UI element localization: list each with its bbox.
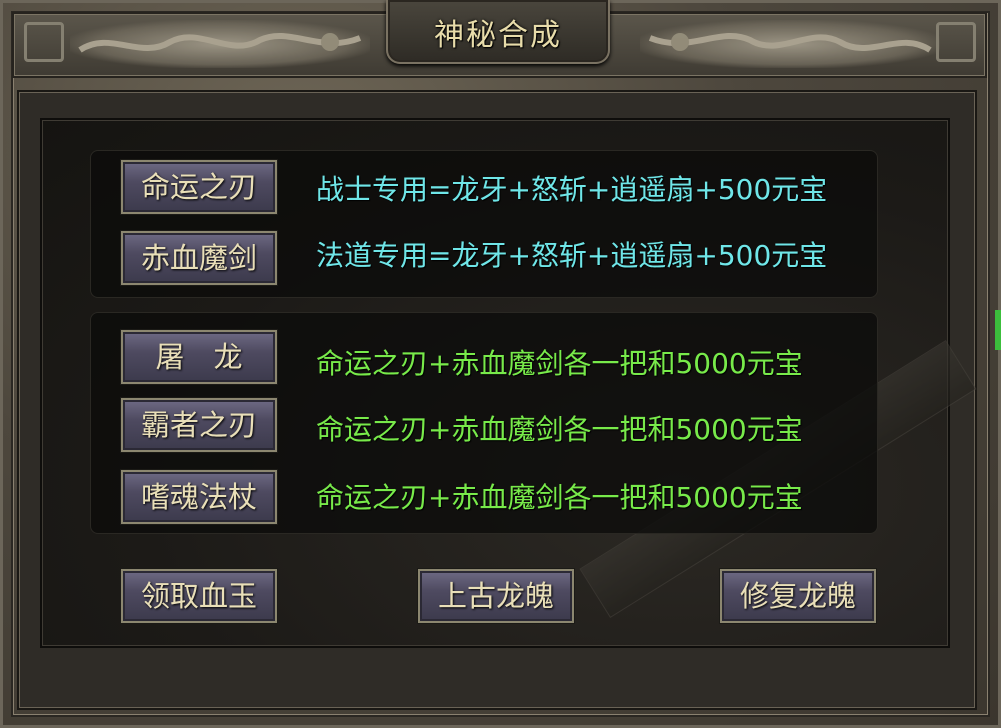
ancient-dragon-soul-button[interactable]: 上古龙魄 bbox=[418, 569, 574, 623]
knot-ornament-icon bbox=[24, 22, 64, 62]
knot-ornament-icon bbox=[936, 22, 976, 62]
dragon-icon bbox=[70, 20, 370, 68]
recipe-text-overlord-blade: 命运之刃+赤血魔剑各一把和5000元宝 bbox=[316, 413, 803, 446]
dragon-icon bbox=[640, 20, 940, 68]
window-title: 神秘合成 bbox=[434, 18, 562, 53]
craft-button-dragon-slayer[interactable]: 屠 龙 bbox=[121, 330, 277, 384]
edge-indicator bbox=[995, 310, 1001, 350]
recipe-text-dragon-slayer: 命运之刃+赤血魔剑各一把和5000元宝 bbox=[316, 347, 803, 380]
recipe-text-blood-sword: 法道专用=龙牙+怒斩+逍遥扇+500元宝 bbox=[316, 239, 828, 272]
craft-button-overlord-blade[interactable]: 霸者之刃 bbox=[121, 398, 277, 452]
repair-dragon-soul-button[interactable]: 修复龙魄 bbox=[720, 569, 876, 623]
craft-button-soul-staff[interactable]: 嗜魂法杖 bbox=[121, 470, 277, 524]
recipe-text-soul-staff: 命运之刃+赤血魔剑各一把和5000元宝 bbox=[316, 481, 803, 514]
recipe-text-fate-blade: 战士专用=龙牙+怒斩+逍遥扇+500元宝 bbox=[316, 173, 828, 206]
craft-button-blood-sword[interactable]: 赤血魔剑 bbox=[121, 231, 277, 285]
claim-blood-jade-button[interactable]: 领取血玉 bbox=[121, 569, 277, 623]
title-plate: 神秘合成 bbox=[386, 0, 610, 64]
craft-button-fate-blade[interactable]: 命运之刃 bbox=[121, 160, 277, 214]
